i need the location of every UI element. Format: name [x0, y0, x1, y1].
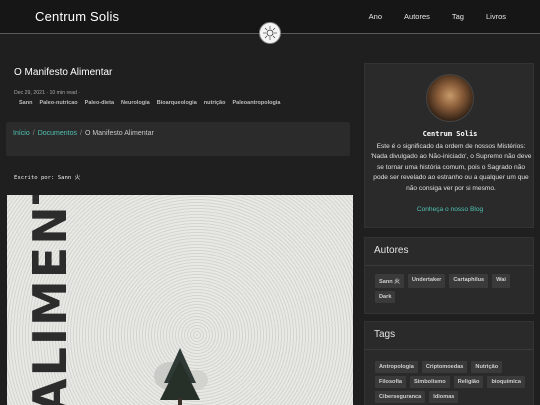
card-divider: [365, 265, 533, 266]
breadcrumb-separator: /: [32, 130, 35, 137]
post-title: O Manifesto Alimentar: [14, 67, 113, 78]
tag-chip[interactable]: Criptomoedas: [421, 361, 468, 373]
author-line: Escrito por: Sann 火: [14, 175, 81, 181]
nav-link-autores[interactable]: Autores: [404, 12, 430, 21]
tags-title: Tags: [374, 329, 396, 340]
post-tag[interactable]: Paleo-nutricao: [39, 100, 77, 106]
tag-chip[interactable]: bioquímica: [487, 376, 525, 388]
avatar: [426, 74, 474, 122]
authors-card: Autores Sann 火 Undertaker Cartaphilus Wa…: [364, 237, 534, 314]
tag-chip[interactable]: Ciberseguranca: [375, 391, 426, 403]
post-meta: Dec 29, 2021 · 10 min read ·: [14, 90, 81, 96]
authors-title: Autores: [374, 245, 409, 256]
post-feature-image: ALIMENTAR: [7, 195, 353, 405]
image-word: ALIMENTAR: [23, 195, 77, 405]
blog-link[interactable]: Conheça o nosso Blog: [365, 206, 535, 213]
post-tag[interactable]: Bioarqueologia: [157, 100, 197, 106]
site-brand[interactable]: Centrum Solis: [35, 9, 119, 24]
tag-chip[interactable]: Filosofia: [375, 376, 406, 388]
about-text: Este é o significado da ordem de nossos …: [370, 143, 532, 192]
author-chip[interactable]: Dark: [375, 291, 396, 303]
tag-chip[interactable]: Religião: [453, 376, 484, 388]
tag-chip[interactable]: Simbolismo: [410, 376, 450, 388]
post-tag[interactable]: Paleoantropologia: [232, 100, 280, 106]
tag-chip[interactable]: Idiomas: [429, 391, 459, 403]
authors-list: Sann 火 Undertaker Cartaphilus Wai Dark: [375, 274, 531, 303]
about-name: Centrum Solis: [422, 130, 478, 138]
about-card: Centrum Solis Este é o significado da or…: [364, 63, 534, 228]
post-tag[interactable]: Paleo-dieta: [85, 100, 114, 106]
tag-chip[interactable]: Nutrição: [471, 361, 503, 373]
nav-links: Ano Autores Tag Livros: [369, 12, 506, 21]
post-tags: Sann Paleo-nutricao Paleo-dieta Neurolog…: [19, 100, 280, 106]
author-chip[interactable]: Wai: [492, 274, 510, 288]
post-tag[interactable]: Neurologia: [121, 100, 150, 106]
author-chip[interactable]: Sann 火: [375, 274, 404, 288]
author-chip[interactable]: Cartaphilus: [449, 274, 489, 288]
post-tag[interactable]: Sann: [19, 100, 32, 106]
author-chip[interactable]: Undertaker: [407, 274, 446, 288]
nav-link-ano[interactable]: Ano: [369, 12, 382, 21]
tree-illustration: [154, 348, 208, 405]
nav-link-tag[interactable]: Tag: [452, 12, 464, 21]
sun-emblem-icon[interactable]: [259, 22, 281, 44]
post-tag[interactable]: nutrição: [204, 100, 226, 106]
breadcrumb: Início / Documentos / O Manifesto Alimentar: [6, 122, 350, 156]
tags-list: Antropologia Criptomoedas Nutrição Filos…: [375, 361, 531, 403]
tags-card: Tags Antropologia Criptomoedas Nutrição …: [364, 321, 534, 405]
breadcrumb-current: O Manifesto Alimentar: [84, 130, 154, 137]
breadcrumb-separator: /: [79, 130, 82, 137]
tag-chip[interactable]: Antropologia: [375, 361, 418, 373]
breadcrumb-home[interactable]: Início: [13, 130, 30, 137]
nav-link-livros[interactable]: Livros: [486, 12, 506, 21]
card-divider: [365, 349, 533, 350]
breadcrumb-documentos[interactable]: Documentos: [38, 130, 77, 137]
